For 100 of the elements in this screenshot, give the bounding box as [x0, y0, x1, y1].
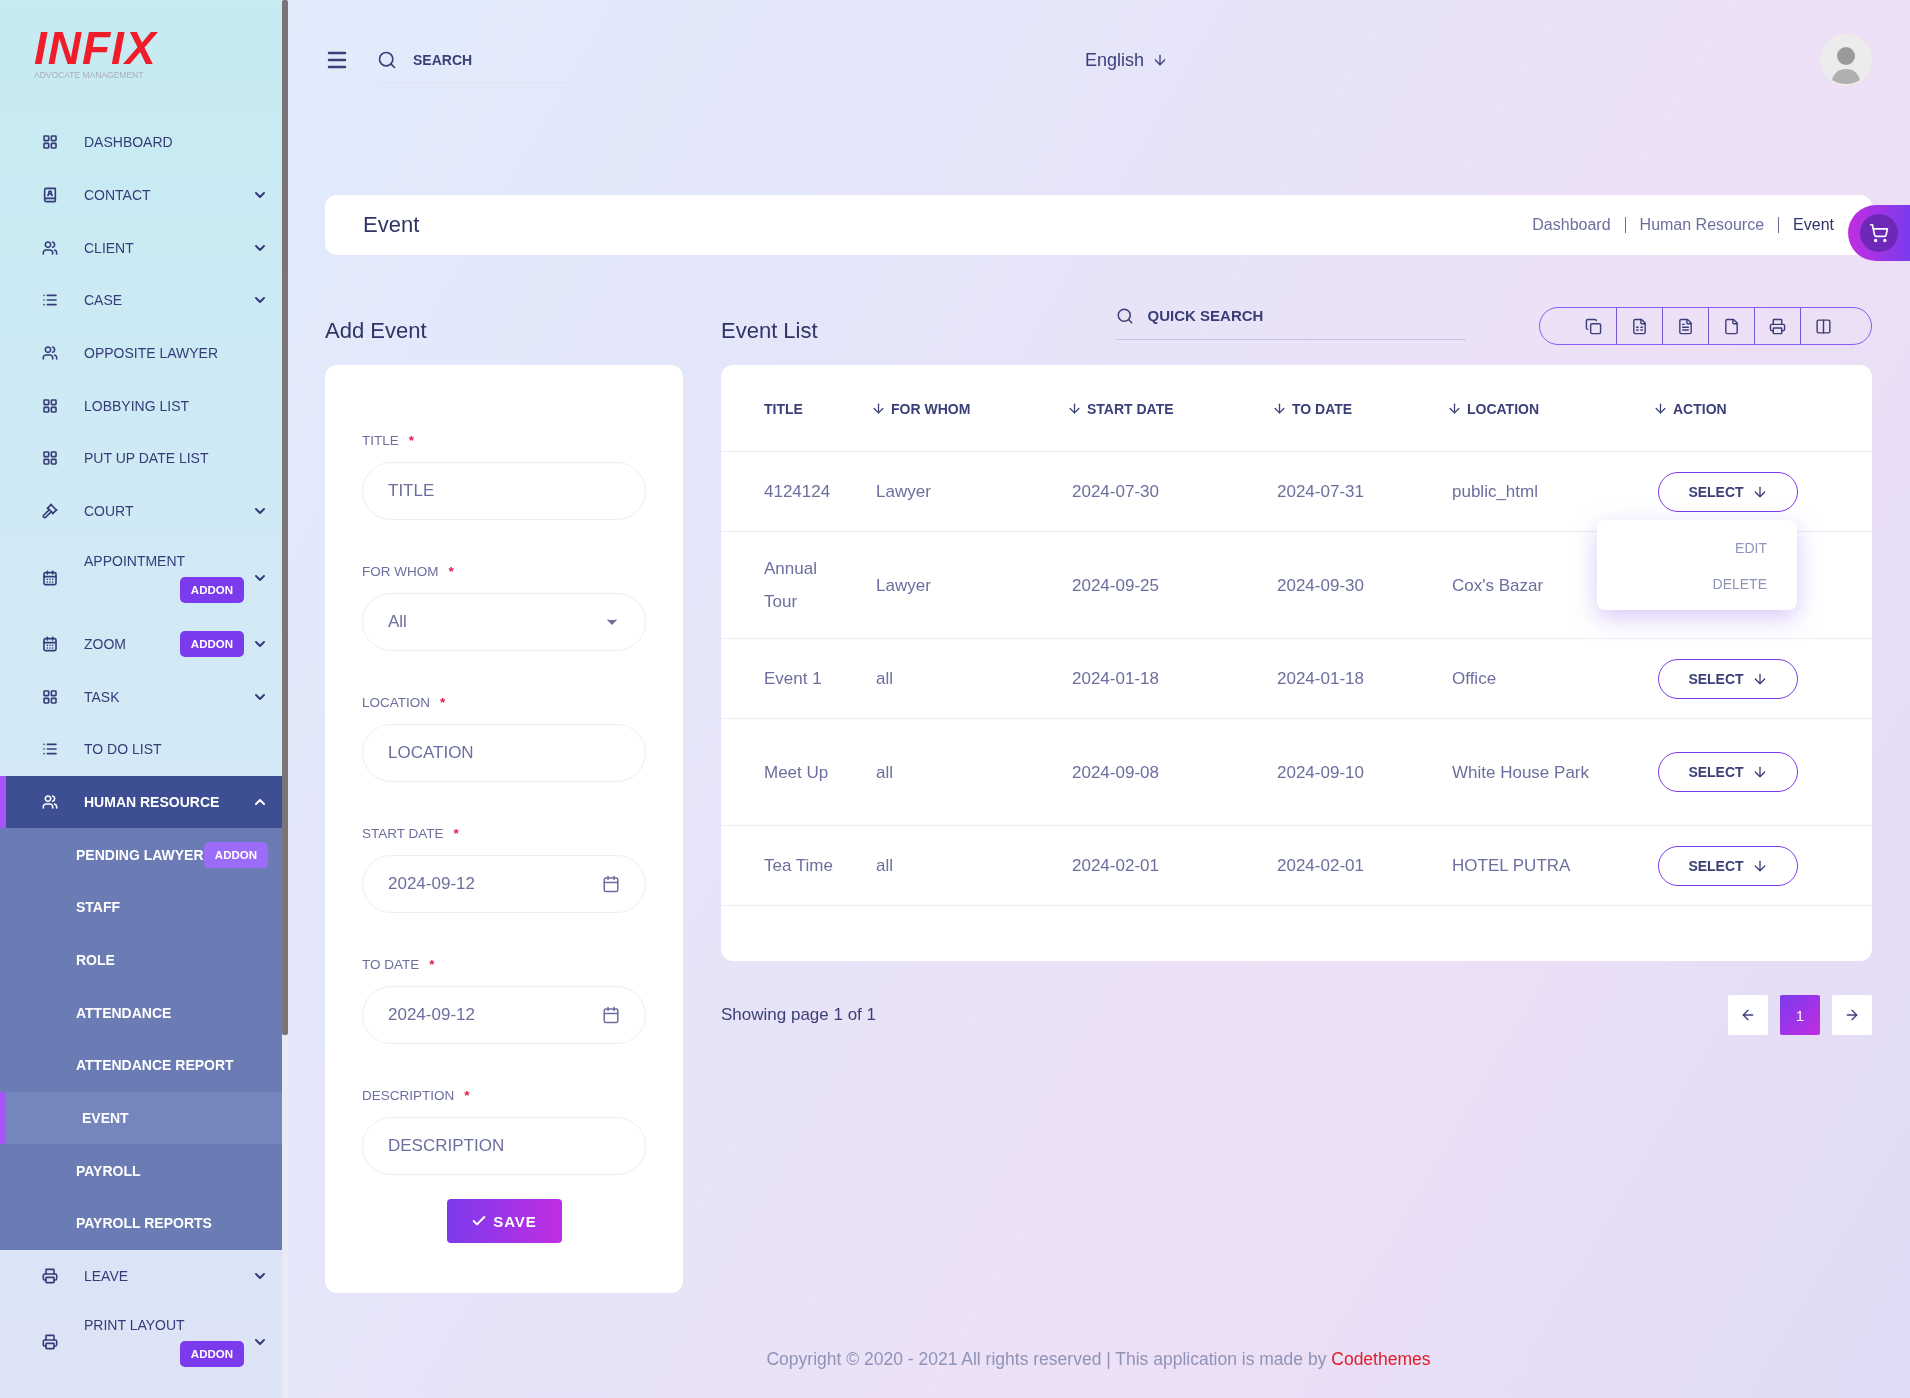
breadcrumb-link[interactable]: Dashboard [1532, 216, 1611, 234]
table-cell-text: 2024-09-08 [1072, 761, 1160, 784]
sidebar-item[interactable]: PRINT LAYOUT ADDON [0, 1302, 282, 1383]
menu-item-icon [42, 450, 58, 467]
sidebar-item[interactable]: HUMAN RESOURCE [0, 775, 282, 829]
sidebar-label: DASHBOARD [84, 134, 173, 151]
sidebar-label: PRINT LAYOUT [84, 1317, 185, 1334]
breadcrumb-link[interactable]: Human Resource [1639, 216, 1765, 234]
section-title: Event List [721, 317, 818, 345]
table-cell-text: all [876, 855, 894, 877]
document-icon [1677, 317, 1694, 335]
addon-badge: ADDON [179, 630, 244, 657]
table-cell-text: 2024-09-30 [1277, 574, 1365, 597]
quick-search-field[interactable]: QUICK SEARCH [1145, 306, 1446, 325]
sidebar-item[interactable]: PENDING LAWYER ADDON [0, 828, 282, 881]
breadcrumb-link[interactable]: Event [1793, 216, 1834, 234]
sidebar-item[interactable]: ATTENDANCE REPORT [0, 1039, 282, 1092]
sidebar-item[interactable]: PUT UP DATE LIST [0, 432, 282, 485]
column-header[interactable]: LOCATION [1447, 400, 1658, 417]
menu-item-icon [42, 569, 58, 586]
arrow-left-icon [1740, 1007, 1756, 1023]
sidebar-item[interactable]: TASK [0, 670, 282, 723]
sidebar-item[interactable]: PAYROLL [0, 1144, 282, 1198]
menu-item-icon [42, 134, 58, 151]
sidebar-item[interactable]: TO DO LIST [0, 722, 282, 776]
cart-icon [1869, 223, 1889, 243]
sort-arrow-icon [871, 401, 886, 416]
sidebar-label: CLIENT [84, 239, 134, 256]
menu-item-icon [42, 503, 58, 520]
sidebar-item[interactable]: ZOOM ADDON [0, 617, 282, 671]
required-mark: * [440, 695, 446, 710]
select-button[interactable]: SELECT [1658, 471, 1798, 512]
save-button[interactable]: SAVE [446, 1199, 562, 1243]
previous-button[interactable] [1728, 995, 1768, 1035]
required-mark: * [448, 564, 454, 579]
page-summary: Showing page 1 of 1 [721, 1005, 876, 1025]
text-field[interactable]: LOCATION [362, 724, 646, 782]
table-cell-text: 2024-07-31 [1277, 481, 1365, 503]
sidebar-label: PAYROLL REPORTS [76, 1215, 212, 1232]
text-field[interactable]: TITLE [362, 462, 646, 520]
sidebar-label: PENDING LAWYER [76, 846, 204, 863]
sidebar-label: PUT UP DATE LIST [84, 450, 209, 467]
table-cell-text: HOTEL PUTRA [1452, 855, 1572, 877]
codethemes-link[interactable]: Codethemes [1331, 1349, 1431, 1369]
sidebar-item[interactable]: APPOINTMENT ADDON [0, 537, 282, 618]
cart-button[interactable] [1848, 205, 1910, 261]
sidebar-item[interactable]: EVENT [0, 1091, 282, 1145]
column-header[interactable]: TO DATE [1272, 400, 1452, 417]
file-icon [1723, 317, 1740, 335]
spreadsheet-icon [1631, 317, 1648, 335]
addon-badge: ADDON [179, 576, 244, 603]
logo: INFIX [34, 28, 157, 68]
calendar-icon [602, 875, 620, 893]
table-cell-text: Meet Up [764, 761, 830, 784]
required-mark: * [464, 1088, 470, 1103]
column-header[interactable]: FOR WHOM [871, 400, 1072, 417]
sidebar-label: CASE [84, 292, 123, 309]
table-cell-text: 2024-02-01 [1072, 855, 1160, 877]
sidebar-item[interactable]: OPPOSITE LAWYER [0, 326, 282, 380]
addon-badge: ADDON [203, 841, 268, 868]
table-cell-text: 2024-01-18 [1277, 668, 1365, 690]
page-button[interactable]: 1 [1780, 995, 1820, 1035]
sidebar-item[interactable]: CASE [0, 274, 282, 327]
sidebar-item[interactable]: ATTENDANCE [0, 986, 282, 1039]
column-header[interactable]: START DATE [1067, 400, 1277, 417]
table-cell-text: Lawyer [876, 481, 932, 503]
sidebar-item[interactable]: DASHBOARD [0, 116, 282, 169]
text-field[interactable]: DESCRIPTION [362, 1117, 646, 1175]
select-button[interactable]: SELECT [1658, 658, 1798, 699]
search-field[interactable]: SEARCH [411, 50, 611, 69]
field-label: TITLE [362, 433, 399, 448]
sidebar-item[interactable]: STAFF [0, 880, 282, 934]
sidebar-label: STAFF [76, 899, 121, 916]
search-icon [377, 49, 397, 70]
language-select[interactable]: English [1079, 48, 1175, 72]
required-mark: * [429, 957, 435, 972]
table-cell-text: 2024-07-30 [1072, 481, 1160, 503]
select-button[interactable]: SELECT [1658, 845, 1798, 886]
sidebar-item[interactable]: PAYROLL REPORTS [0, 1197, 282, 1250]
sidebar-label: ZOOM [84, 635, 126, 652]
menu-item-icon [42, 1268, 58, 1285]
sidebar-label: LEAVE [84, 1268, 129, 1285]
sidebar-item[interactable]: CLIENT [0, 221, 282, 275]
required-mark: * [408, 433, 415, 448]
sidebar-item[interactable]: LOBBYING LIST [0, 379, 282, 433]
sidebar-item[interactable]: CONTACT [0, 168, 282, 222]
field-label: START DATE [362, 826, 444, 841]
addon-badge: ADDON [179, 1341, 244, 1368]
page-title: Event [363, 212, 420, 238]
scrollbar[interactable] [282, 0, 288, 1035]
sidebar-label: CONTACT [84, 187, 151, 204]
menu-item-icon [42, 793, 58, 810]
menu-item-icon [42, 345, 58, 362]
sidebar-item[interactable]: ROLE [0, 933, 282, 987]
sidebar-item[interactable]: LEAVE [0, 1249, 282, 1303]
select-button[interactable]: SELECT [1658, 752, 1798, 792]
next-button[interactable] [1832, 995, 1872, 1035]
search-icon [1115, 306, 1134, 325]
sidebar-item[interactable]: COURT [0, 484, 282, 538]
arrow-right-icon [1844, 1007, 1860, 1023]
